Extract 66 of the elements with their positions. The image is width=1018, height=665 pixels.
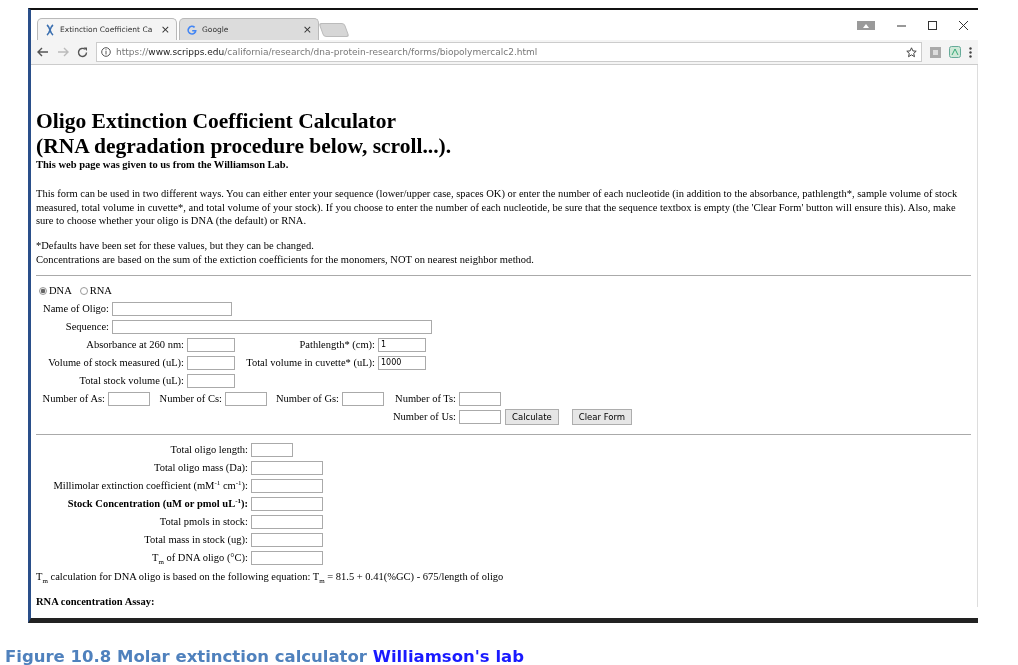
result-label: Millimolar extinction coefficient (mM$^{-1}$ cm$^{-1}$):: [52, 480, 249, 491]
info-icon: [101, 47, 111, 57]
google-icon: [186, 23, 198, 36]
input-field[interactable]: [187, 355, 235, 370]
result-field: [251, 496, 323, 511]
result-field: [251, 532, 323, 547]
input-field[interactable]: [187, 337, 235, 352]
clear-form-button[interactable]: Clear Form: [571, 408, 633, 425]
radio-button[interactable]: RNA: [76, 285, 112, 296]
forward-icon[interactable]: [57, 47, 69, 57]
input-field[interactable]: [112, 319, 432, 334]
note-text: Concentrations are based on the sum of the extiction coefficients for the monomers, NOT on nearest neighbor method.: [36, 252, 535, 267]
menu-icon[interactable]: [969, 46, 972, 58]
input-field[interactable]: [187, 373, 235, 388]
note-text: *Defaults have been set for these values, but they can be changed.: [36, 238, 315, 253]
page-heading: Oligo Extinction Coefficient Calculator (RNA degradation procedure below, scroll...).: [36, 109, 453, 159]
field-label: Number of Gs:: [275, 393, 340, 404]
input-field[interactable]: [459, 409, 501, 424]
radio-button[interactable]: DNA: [36, 285, 72, 296]
new-tab-button[interactable]: [318, 23, 350, 37]
equation-text: T$_{m}$ calculation for DNA oligo is based on the following equation: T$_{m}$ = 81.5 + 0.41(%GC) - 675/length of oligo: [36, 569, 505, 584]
field-label: Name of Oligo:: [42, 303, 110, 314]
result-field: [251, 478, 323, 493]
input-field[interactable]: 1: [378, 337, 426, 352]
field-label: Number of As:: [41, 393, 106, 404]
maximize-icon[interactable]: [928, 20, 937, 30]
result-label: Total mass in stock (ug):: [143, 534, 249, 545]
input-field[interactable]: [112, 301, 232, 316]
result-field: [251, 442, 293, 457]
input-field[interactable]: 1000: [378, 355, 426, 370]
input-field[interactable]: [108, 391, 150, 406]
tab-close-button[interactable]: ×: [302, 23, 312, 36]
close-icon[interactable]: [959, 20, 968, 30]
result-field: [251, 550, 323, 565]
extension-icon[interactable]: [930, 46, 941, 58]
field-label: Sequence:: [64, 321, 110, 332]
result-field: [251, 514, 323, 529]
result-label: Total oligo length:: [169, 444, 249, 455]
result-label: Stock Concentration (uM or pmol uL$^{-1}$):: [66, 498, 249, 509]
result-field: [251, 460, 323, 475]
input-field[interactable]: [342, 391, 384, 406]
field-label: Volume of stock measured (uL):: [47, 357, 185, 368]
input-field[interactable]: [225, 391, 267, 406]
field-label: Pathlength* (cm):: [298, 339, 376, 350]
subtitle: This web page was given to us from the Williamson Lab.: [36, 159, 290, 171]
tab-close-button[interactable]: ×: [160, 23, 170, 36]
star-icon[interactable]: [906, 46, 917, 58]
section-heading: RNA concentration Assay:: [36, 595, 156, 607]
result-label: T$_{m}$ of DNA oligo (°C):: [151, 552, 249, 563]
field-label: Total volume in cuvette* (uL):: [245, 357, 376, 368]
field-label: Number of Cs:: [158, 393, 223, 404]
figure-caption: Figure 10.8 Molar extinction calculator Williamson's lab: [5, 647, 524, 665]
address-bar[interactable]: https://www.scripps.edu/california/research/dna-protein-research/forms/biopolymercalc2.html: [96, 42, 922, 62]
intro-paragraph: This form can be used in two different ways. You can either enter your sequence (lower/upper case, spaces OK) or enter the number of each nucleotide (in addition to the absorbance, pathlength*, sample volume of stock measured, total volume in cuvette*, and total volume of your stock). If you choose to enter the number of each nucleotide, be sure that the sequence textbox is empty (the 'Clear Form' button will ensure this). Also, make sure to choose whether your oligo is DNA (the default) or RNA.: [36, 187, 959, 228]
result-label: Total oligo mass (Da):: [152, 462, 249, 473]
field-label: Absorbance at 260 nm:: [85, 339, 185, 350]
calculate-button[interactable]: Calculate: [505, 408, 559, 425]
field-label: Number of Ts:: [394, 393, 457, 404]
field-label: Number of Us:: [392, 411, 457, 422]
reload-icon[interactable]: [77, 46, 88, 58]
back-icon[interactable]: [37, 47, 49, 57]
input-field[interactable]: [459, 391, 501, 406]
result-label: Total pmols in stock:: [158, 516, 249, 527]
field-label: Total stock volume (uL):: [78, 375, 185, 386]
caption-link[interactable]: Williamson's lab: [372, 647, 524, 665]
extension-icon[interactable]: [949, 46, 961, 58]
